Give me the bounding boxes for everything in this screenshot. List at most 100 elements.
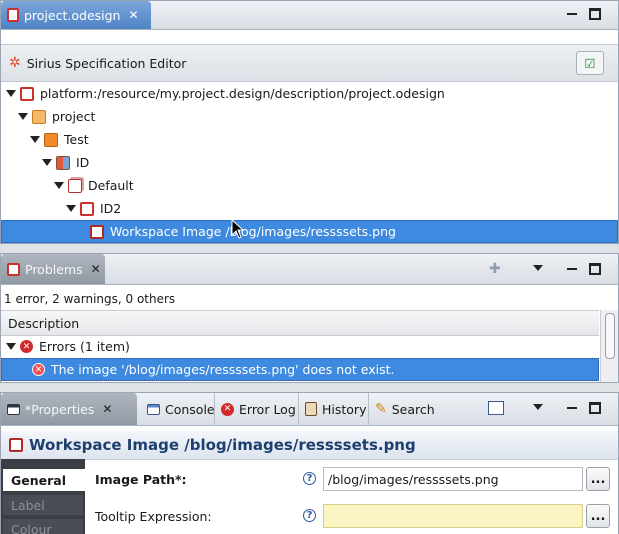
problems-panel: Problems ✕ ✚ 1 error, 2 warnings, 0 othe…	[0, 253, 619, 383]
group-label: Errors (1 item)	[39, 339, 130, 354]
layer-icon	[68, 178, 82, 193]
node-mapping-icon	[80, 201, 94, 216]
validate-button[interactable]: ☑	[576, 51, 604, 75]
tree-row-test[interactable]: Test	[1, 128, 618, 151]
tab-error-log[interactable]: ✕ Error Log	[214, 393, 302, 425]
problems-table-header[interactable]: Description	[1, 310, 599, 336]
tab-label: History	[322, 401, 367, 417]
browse-tooltip-button[interactable]: ...	[586, 504, 610, 528]
editor-title: Sirius Specification Editor	[26, 55, 187, 71]
scrollbar-thumb[interactable]	[605, 313, 615, 359]
editor-header: ✲ Sirius Specification Editor ☑	[1, 44, 618, 82]
view-menu-icon[interactable]	[533, 404, 543, 410]
minimize-icon[interactable]	[565, 263, 579, 275]
workspace-image-icon	[9, 438, 23, 452]
sirius-logo-icon: ✲	[9, 55, 21, 71]
error-icon: ✕	[20, 340, 33, 353]
viewpoint-icon	[44, 132, 58, 147]
problems-error-row[interactable]: ✕ The image '/blog/images/ressssets.png'…	[1, 358, 599, 381]
viewpoint-folder-icon	[32, 109, 46, 124]
maximize-icon[interactable]	[589, 402, 601, 414]
tab-label: *Properties	[25, 401, 95, 417]
expand-triangle-icon[interactable]	[66, 205, 76, 212]
image-path-field[interactable]: /blog/images/ressssets.png	[323, 467, 583, 491]
tree-row-workspace-image[interactable]: Workspace Image /blog/images/ressssets.p…	[1, 220, 618, 243]
pin-view-icon[interactable]	[488, 401, 504, 415]
side-tab-general[interactable]: General	[3, 469, 85, 491]
expand-triangle-icon[interactable]	[42, 159, 52, 166]
properties-title-bar: Workspace Image /blog/images/ressssets.p…	[1, 431, 618, 460]
properties-icon	[7, 403, 20, 415]
close-icon[interactable]: ✕	[91, 262, 101, 276]
console-icon	[147, 403, 160, 415]
tab-label: Problems	[25, 261, 83, 277]
history-icon	[305, 402, 317, 416]
error-log-icon: ✕	[221, 402, 234, 416]
expand-triangle-icon[interactable]	[18, 113, 28, 120]
workspace-image-icon	[90, 224, 104, 239]
expand-triangle-icon[interactable]	[6, 343, 16, 350]
tree-row-root[interactable]: platform:/resource/my.project.design/des…	[1, 82, 618, 105]
tab-label: Console	[165, 401, 215, 417]
tree-label: Default	[88, 178, 134, 193]
tooltip-expression-label: Tooltip Expression:	[95, 509, 212, 524]
tree-row-id2[interactable]: ID2	[1, 197, 618, 220]
mouse-cursor-icon	[231, 219, 245, 239]
tree-row-project[interactable]: project	[1, 105, 618, 128]
error-icon: ✕	[32, 363, 45, 376]
tab-search[interactable]: ✎ Search	[368, 393, 441, 425]
properties-side-tabs: General Label Colour	[1, 459, 85, 534]
search-icon: ✎	[375, 401, 387, 417]
browse-image-path-button[interactable]: ...	[586, 467, 610, 491]
properties-title: Workspace Image /blog/images/ressssets.p…	[29, 436, 416, 454]
maximize-icon[interactable]	[589, 8, 601, 20]
tree-label: ID	[76, 155, 90, 170]
tab-history[interactable]: History	[298, 393, 372, 425]
editor-tabstrip: project.odesign ✕	[1, 1, 618, 30]
editor-tree: platform:/resource/my.project.design/des…	[1, 82, 618, 243]
help-icon[interactable]: ?	[303, 472, 316, 485]
diagram-description-icon	[56, 155, 70, 170]
expand-triangle-icon[interactable]	[6, 90, 16, 97]
tree-label: Test	[64, 132, 89, 147]
problems-icon	[7, 262, 20, 276]
problems-tabstrip: Problems ✕ ✚	[1, 254, 618, 285]
side-tab-colour[interactable]: Colour	[3, 519, 83, 534]
minimize-icon[interactable]	[565, 8, 579, 20]
tree-row-default[interactable]: Default	[1, 174, 618, 197]
error-message: The image '/blog/images/ressssets.png' d…	[51, 362, 395, 377]
tree-row-id[interactable]: ID	[1, 151, 618, 174]
maximize-icon[interactable]	[589, 263, 601, 275]
tree-label: platform:/resource/my.project.design/des…	[40, 86, 445, 101]
odesign-file-icon	[20, 86, 34, 101]
tree-label: project	[52, 109, 96, 124]
help-icon[interactable]: ?	[303, 509, 316, 522]
tree-label: Workspace Image /blog/images/ressssets.p…	[110, 224, 396, 239]
properties-panel: *Properties ✕ Console ✕ Error Log Histor…	[0, 392, 619, 534]
odesign-file-icon	[7, 8, 19, 22]
expand-triangle-icon[interactable]	[54, 182, 64, 189]
minimize-icon[interactable]	[565, 402, 579, 414]
tooltip-expression-field[interactable]	[323, 504, 583, 528]
editor-panel: project.odesign ✕ ✲ Sirius Specification…	[0, 0, 619, 244]
tab-problems[interactable]: Problems ✕	[1, 254, 105, 284]
problems-scrollbar[interactable]	[600, 310, 618, 382]
image-path-label: Image Path*:	[95, 472, 187, 487]
properties-tabstrip: *Properties ✕ Console ✕ Error Log Histor…	[1, 393, 618, 426]
side-tab-label[interactable]: Label	[3, 495, 83, 515]
column-header-description: Description	[8, 315, 80, 331]
tab-project-odesign[interactable]: project.odesign ✕	[1, 1, 151, 29]
problems-summary: 1 error, 2 warnings, 0 others	[4, 292, 176, 306]
tab-label: Error Log	[239, 401, 296, 417]
view-menu-filter-icon[interactable]: ✚	[489, 261, 501, 277]
tab-label: Search	[391, 401, 435, 417]
tab-properties[interactable]: *Properties ✕	[1, 393, 137, 425]
close-icon[interactable]: ✕	[128, 8, 138, 22]
close-icon[interactable]: ✕	[102, 402, 112, 416]
view-menu-icon[interactable]	[533, 265, 543, 271]
expand-triangle-icon[interactable]	[30, 136, 40, 143]
problems-group-errors[interactable]: ✕ Errors (1 item)	[1, 335, 604, 358]
tab-console[interactable]: Console	[141, 393, 221, 425]
tab-label: project.odesign	[24, 7, 121, 23]
tree-label: ID2	[100, 201, 122, 216]
